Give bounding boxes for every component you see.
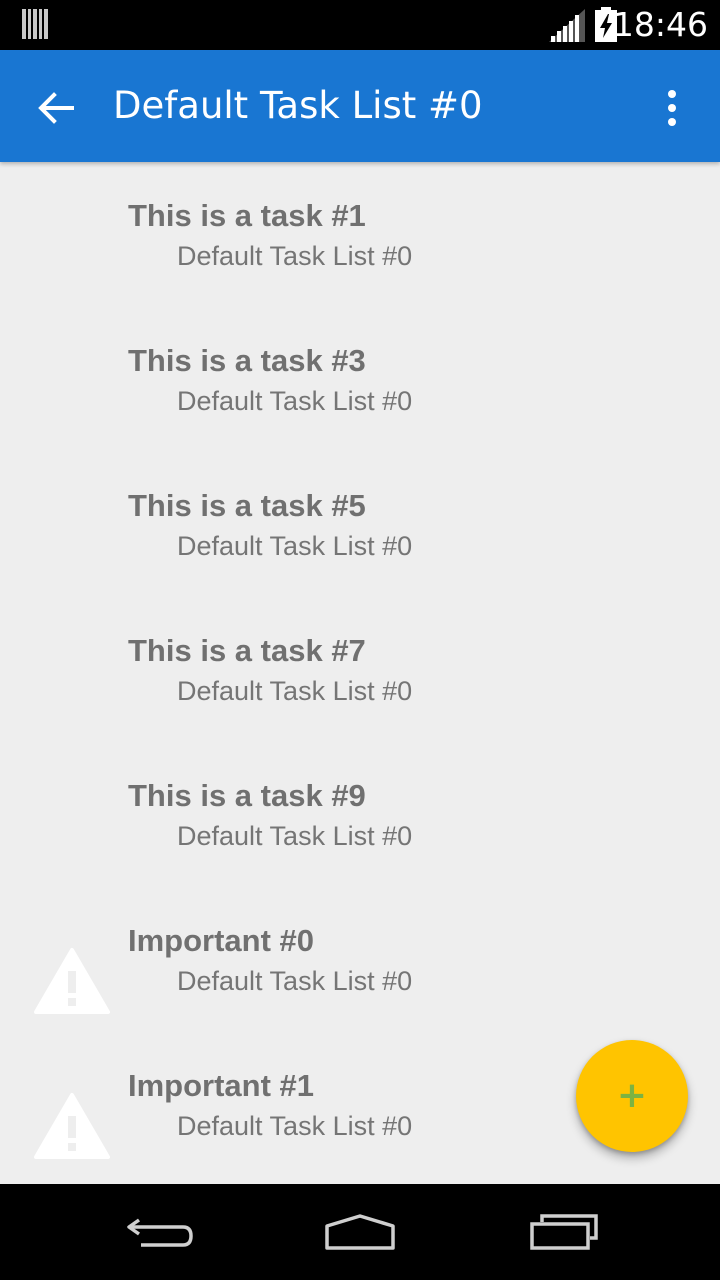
screen: 18:46 Default Task List #0 This is a tas… bbox=[0, 0, 720, 1280]
task-list-name: Default Task List #0 bbox=[177, 386, 413, 416]
task-item[interactable]: This is a task #3 Default Task List #0 bbox=[0, 307, 720, 452]
task-title: Important #1 bbox=[128, 1068, 315, 1103]
task-list-name: Default Task List #0 bbox=[177, 241, 413, 271]
navigation-bar bbox=[0, 1184, 720, 1280]
nav-back-button[interactable] bbox=[120, 1202, 200, 1262]
task-item[interactable]: This is a task #1 Default Task List #0 bbox=[0, 162, 720, 307]
task-list-name: Default Task List #0 bbox=[177, 821, 413, 851]
task-list-name: Default Task List #0 bbox=[177, 676, 413, 706]
task-item[interactable]: This is a task #7 Default Task List #0 bbox=[0, 597, 720, 742]
more-vert-icon bbox=[668, 90, 676, 126]
app-bar: Default Task List #0 bbox=[0, 50, 720, 162]
task-title: This is a task #7 bbox=[128, 633, 366, 668]
back-nav-icon bbox=[127, 1218, 193, 1247]
home-nav-icon bbox=[325, 1214, 395, 1250]
warning-icon bbox=[34, 948, 110, 1014]
add-icon: + bbox=[616, 1075, 648, 1116]
task-title: This is a task #9 bbox=[128, 778, 366, 813]
page-title: Default Task List #0 bbox=[113, 84, 483, 127]
status-bar: 18:46 bbox=[0, 0, 720, 50]
warning-icon bbox=[34, 1093, 110, 1159]
overflow-menu-button[interactable] bbox=[648, 78, 696, 138]
task-list-name: Default Task List #0 bbox=[177, 1111, 413, 1141]
back-button[interactable] bbox=[26, 80, 86, 136]
task-title: This is a task #3 bbox=[128, 343, 366, 378]
status-time: 18:46 bbox=[612, 5, 708, 44]
add-task-button[interactable]: + bbox=[576, 1040, 688, 1152]
arrow-back-icon bbox=[38, 92, 74, 124]
task-list-name: Default Task List #0 bbox=[177, 966, 413, 996]
task-item[interactable]: Important #0 Default Task List #0 bbox=[0, 887, 720, 1032]
nav-recents-button[interactable] bbox=[522, 1202, 602, 1262]
recents-nav-icon bbox=[530, 1214, 598, 1250]
task-list-name: Default Task List #0 bbox=[177, 531, 413, 561]
task-item[interactable]: This is a task #9 Default Task List #0 bbox=[0, 742, 720, 887]
nav-home-button[interactable] bbox=[320, 1202, 400, 1262]
notification-icon bbox=[22, 9, 48, 39]
task-title: This is a task #5 bbox=[128, 488, 366, 523]
task-list: This is a task #1 Default Task List #0 T… bbox=[0, 162, 720, 1184]
task-title: This is a task #1 bbox=[128, 198, 366, 233]
task-item[interactable]: This is a task #5 Default Task List #0 bbox=[0, 452, 720, 597]
task-title: Important #0 bbox=[128, 923, 315, 958]
signal-icon bbox=[549, 9, 585, 42]
